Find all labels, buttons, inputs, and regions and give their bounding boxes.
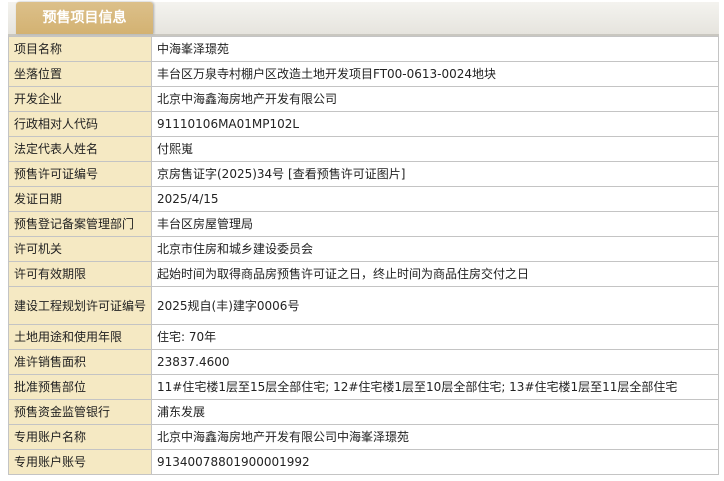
field-label: 法定代表人姓名	[8, 136, 152, 162]
field-label: 项目名称	[8, 36, 152, 62]
table-row: 预售许可证编号 京房售证字(2025)34号 [查看预售许可证图片]	[8, 161, 719, 187]
field-value-text: 北京中海鑫海房地产开发有限公司	[157, 92, 338, 106]
field-value: 丰台区万泉寺村棚户区改造土地开发项目FT00-0613-0024地块	[151, 61, 719, 87]
field-value: 2025规自(丰)建字0006号	[151, 286, 719, 325]
field-label: 许可机关	[8, 236, 152, 262]
field-label: 坐落位置	[8, 61, 152, 87]
field-label: 开发企业	[8, 86, 152, 112]
table-row: 许可有效期限 起始时间为取得商品房预售许可证之日，终止时间为商品住房交付之日	[8, 261, 719, 287]
view-permit-image-link[interactable]: [查看预售许可证图片]	[288, 167, 405, 181]
field-label: 发证日期	[8, 186, 152, 212]
field-label: 行政相对人代码	[8, 111, 152, 137]
table-row: 开发企业 北京中海鑫海房地产开发有限公司	[8, 86, 719, 112]
field-value-text: 北京市住房和城乡建设委员会	[157, 242, 314, 256]
field-value-text: 11#住宅楼1层至15层全部住宅; 12#住宅楼1层至10层全部住宅; 13#住…	[157, 380, 678, 394]
field-value: 2025/4/15	[151, 186, 719, 212]
field-label: 批准预售部位	[8, 374, 152, 400]
table-row: 土地用途和使用年限 住宅: 70年	[8, 324, 719, 350]
field-value-text: 丰台区房屋管理局	[157, 217, 254, 231]
field-value: 北京市住房和城乡建设委员会	[151, 236, 719, 262]
field-value: 付熙嵬	[151, 136, 719, 162]
table-row: 预售登记备案管理部门 丰台区房屋管理局	[8, 211, 719, 237]
field-value: 丰台区房屋管理局	[151, 211, 719, 237]
field-value-text: 91340078801900001992	[157, 455, 310, 469]
field-value-text: 丰台区万泉寺村棚户区改造土地开发项目FT00-0613-0024地块	[157, 67, 497, 81]
table-row: 批准预售部位 11#住宅楼1层至15层全部住宅; 12#住宅楼1层至10层全部住宅…	[8, 374, 719, 400]
field-label: 预售登记备案管理部门	[8, 211, 152, 237]
field-value-text: 23837.4600	[157, 355, 230, 369]
field-value-text: 91110106MA01MP102L	[157, 117, 300, 131]
table-row: 预售资金监管银行 浦东发展	[8, 399, 719, 425]
field-value-text: 浦东发展	[157, 405, 206, 419]
field-value-text: 起始时间为取得商品房预售许可证之日，终止时间为商品住房交付之日	[157, 267, 530, 281]
field-value-text: 京房售证字(2025)34号	[157, 167, 285, 181]
field-value: 北京中海鑫海房地产开发有限公司	[151, 86, 719, 112]
field-value-text: 2025规自(丰)建字0006号	[157, 298, 300, 313]
table-row: 项目名称 中海峯泽璟苑	[8, 36, 719, 62]
table-row: 许可机关 北京市住房和城乡建设委员会	[8, 236, 719, 262]
field-label: 土地用途和使用年限	[8, 324, 152, 350]
field-value: 浦东发展	[151, 399, 719, 425]
field-value-text: 北京中海鑫海房地产开发有限公司中海峯泽璟苑	[157, 430, 410, 444]
field-value: 91340078801900001992	[151, 449, 719, 475]
field-value-text: 中海峯泽璟苑	[157, 42, 230, 56]
presale-project-panel: 预售项目信息 项目名称 中海峯泽璟苑 坐落位置 丰台区万泉寺村棚户区改造土地开发项目F…	[8, 2, 719, 475]
field-value-text: 2025/4/15	[157, 192, 219, 206]
field-value-text: 住宅: 70年	[157, 330, 217, 344]
field-value: 北京中海鑫海房地产开发有限公司中海峯泽璟苑	[151, 424, 719, 450]
tab-presale-project-info[interactable]: 预售项目信息	[16, 2, 153, 34]
field-value: 中海峯泽璟苑	[151, 36, 719, 62]
table-row: 专用账户账号 91340078801900001992	[8, 449, 719, 475]
table-row: 坐落位置 丰台区万泉寺村棚户区改造土地开发项目FT00-0613-0024地块	[8, 61, 719, 87]
field-value: 京房售证字(2025)34号 [查看预售许可证图片]	[151, 161, 719, 187]
field-label: 建设工程规划许可证编号	[8, 286, 152, 325]
field-label: 许可有效期限	[8, 261, 152, 287]
field-label: 准许销售面积	[8, 349, 152, 375]
table-row: 法定代表人姓名 付熙嵬	[8, 136, 719, 162]
field-label: 专用账户名称	[8, 424, 152, 450]
field-value: 91110106MA01MP102L	[151, 111, 719, 137]
field-value: 起始时间为取得商品房预售许可证之日，终止时间为商品住房交付之日	[151, 261, 719, 287]
field-label: 预售许可证编号	[8, 161, 152, 187]
field-label: 预售资金监管银行	[8, 399, 152, 425]
project-info-table: 项目名称 中海峯泽璟苑 坐落位置 丰台区万泉寺村棚户区改造土地开发项目FT00-061…	[8, 36, 719, 475]
table-row: 专用账户名称 北京中海鑫海房地产开发有限公司中海峯泽璟苑	[8, 424, 719, 450]
field-value: 23837.4600	[151, 349, 719, 375]
field-value: 11#住宅楼1层至15层全部住宅; 12#住宅楼1层至10层全部住宅; 13#住…	[151, 374, 719, 400]
panel-header: 预售项目信息	[8, 2, 719, 36]
table-row: 发证日期 2025/4/15	[8, 186, 719, 212]
field-label: 专用账户账号	[8, 449, 152, 475]
table-row: 行政相对人代码 91110106MA01MP102L	[8, 111, 719, 137]
field-value: 住宅: 70年	[151, 324, 719, 350]
table-row: 建设工程规划许可证编号 2025规自(丰)建字0006号	[8, 286, 719, 325]
table-row: 准许销售面积 23837.4600	[8, 349, 719, 375]
field-value-text: 付熙嵬	[157, 142, 194, 156]
